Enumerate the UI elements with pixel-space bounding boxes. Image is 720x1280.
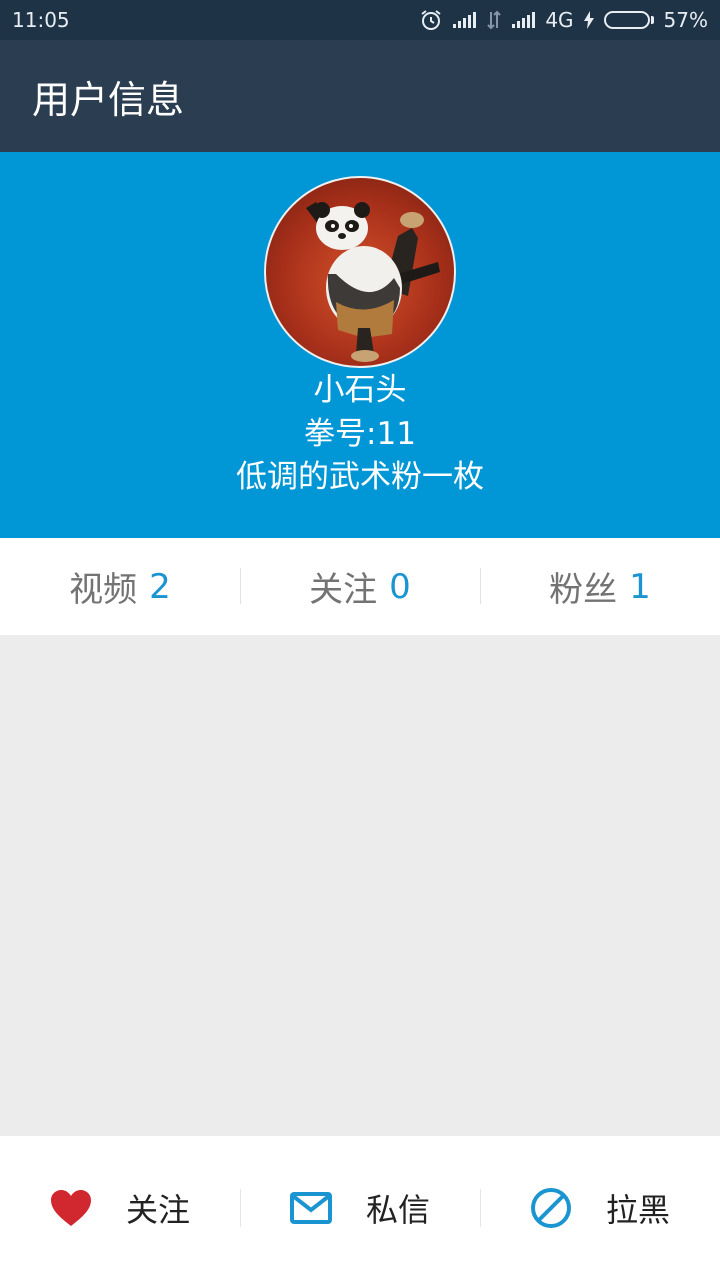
charging-icon xyxy=(583,11,594,29)
battery-percent: 57% xyxy=(663,8,708,32)
signal-icon-2 xyxy=(512,12,536,28)
status-time: 11:05 xyxy=(12,8,70,32)
stat-following[interactable]: 关注 0 xyxy=(240,538,480,635)
stat-following-count: 0 xyxy=(389,566,411,607)
block-button[interactable]: 拉黑 xyxy=(480,1136,720,1280)
stats-bar: 视频 2 关注 0 粉丝 1 xyxy=(0,538,720,635)
follow-label: 关注 xyxy=(125,1191,190,1229)
stat-videos-count: 2 xyxy=(149,566,171,607)
stat-videos[interactable]: 视频 2 xyxy=(0,538,240,635)
app-bar: 用户信息 xyxy=(0,40,720,152)
follow-button[interactable]: 关注 xyxy=(0,1136,240,1280)
battery-icon xyxy=(603,11,654,29)
user-number: 拳号:11 xyxy=(304,416,416,452)
signal-icon xyxy=(453,12,477,28)
action-bar: 关注 私信 拉黑 xyxy=(0,1136,720,1280)
page-title: 用户信息 xyxy=(32,77,185,122)
message-label: 私信 xyxy=(365,1191,430,1229)
block-icon xyxy=(530,1188,571,1228)
status-bar: 11:05 4G 57% xyxy=(0,0,720,40)
block-label: 拉黑 xyxy=(605,1191,670,1229)
stat-fans[interactable]: 粉丝 1 xyxy=(480,538,720,635)
network-type: 4G xyxy=(545,8,574,32)
panda-avatar-image xyxy=(306,202,440,362)
stat-following-label: 关注 xyxy=(309,570,378,610)
message-button[interactable]: 私信 xyxy=(240,1136,480,1280)
stat-fans-count: 1 xyxy=(629,566,651,607)
user-bio: 低调的武术粉一枚 xyxy=(236,459,484,495)
data-transfer-icon xyxy=(487,10,502,30)
profile-header: 小石头 拳号:11 低调的武术粉一枚 xyxy=(0,152,720,538)
content-area xyxy=(0,635,720,1135)
heart-icon xyxy=(50,1190,91,1226)
stat-fans-label: 粉丝 xyxy=(549,570,618,610)
avatar[interactable] xyxy=(264,176,456,368)
mail-icon xyxy=(289,1192,332,1224)
alarm-icon xyxy=(421,10,441,30)
user-name: 小石头 xyxy=(313,372,407,408)
stat-videos-label: 视频 xyxy=(69,570,138,610)
